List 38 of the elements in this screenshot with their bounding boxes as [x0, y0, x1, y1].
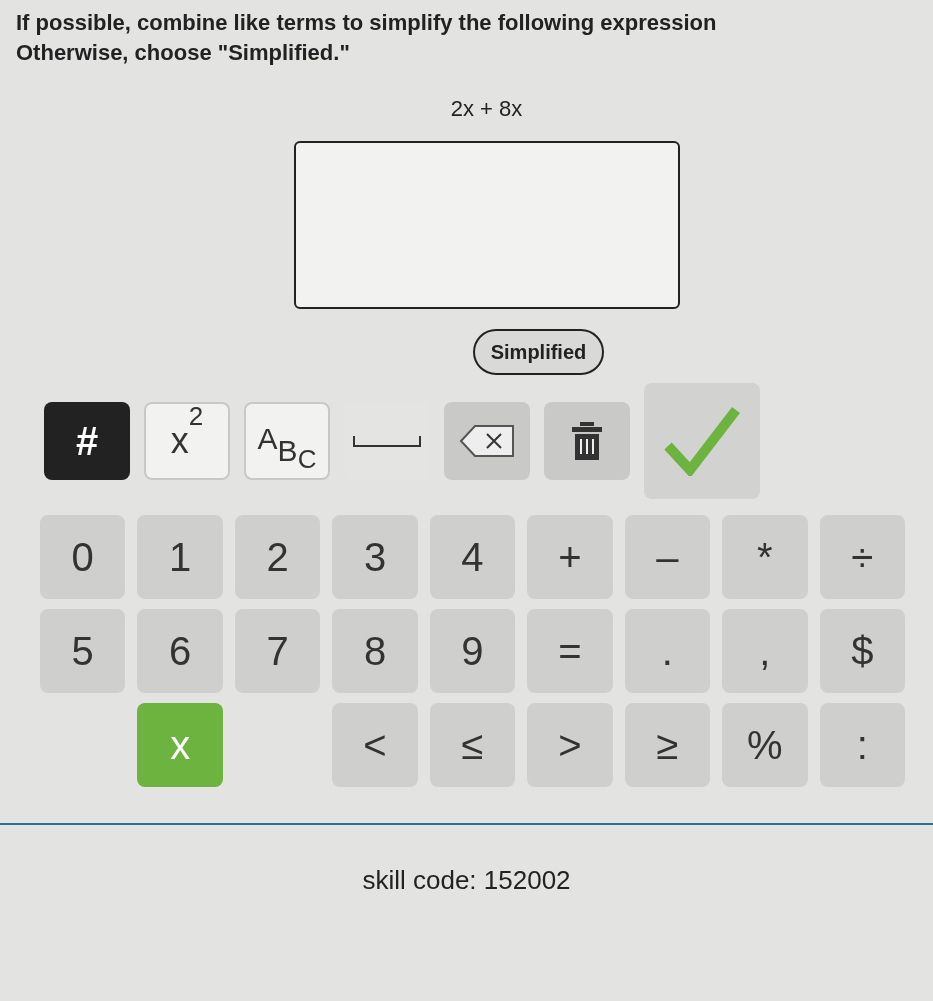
keypad-key[interactable]: ÷: [819, 515, 905, 599]
exponent-key[interactable]: x $^{2}$: [144, 402, 230, 480]
keypad-key[interactable]: +: [527, 515, 613, 599]
simplified-button[interactable]: Simplified: [472, 329, 605, 375]
skill-code-text: skill code: 152002: [362, 864, 571, 897]
keypad-key[interactable]: 6: [137, 609, 223, 693]
keypad-key[interactable]: 9: [429, 609, 516, 693]
keypad-key[interactable]: *: [722, 515, 808, 599]
space-icon: [352, 434, 422, 448]
keypad-key[interactable]: ≥: [624, 703, 711, 787]
keypad-key[interactable]: –: [624, 515, 711, 599]
keypad-key[interactable]: :: [819, 703, 905, 787]
keypad-key[interactable]: >: [527, 703, 613, 787]
trash-icon: [570, 421, 604, 461]
trash-key[interactable]: [544, 402, 630, 480]
keypad-key[interactable]: ≤: [429, 703, 516, 787]
keypad-key[interactable]: 4: [429, 515, 516, 599]
keypad-key[interactable]: 2: [234, 515, 321, 599]
keypad-key[interactable]: 0: [40, 515, 126, 599]
keypad-key[interactable]: ,: [722, 609, 808, 693]
format-key[interactable]: #: [44, 402, 130, 480]
keypad-key[interactable]: %: [722, 703, 808, 787]
backspace-icon: [459, 424, 515, 458]
expression-text: 2x + 8x: [450, 95, 523, 123]
keypad-key[interactable]: <: [332, 703, 418, 787]
answer-field[interactable]: [293, 141, 680, 309]
keypad-key[interactable]: .: [624, 609, 711, 693]
keypad-key[interactable]: =: [527, 609, 613, 693]
instruction-text: Otherwise, choose "Simplified.": [16, 39, 351, 67]
backspace-key[interactable]: [444, 402, 530, 480]
keypad-key[interactable]: $: [819, 609, 905, 693]
keypad-key[interactable]: 5: [40, 609, 126, 693]
keypad-key[interactable]: 8: [332, 609, 418, 693]
keypad-key[interactable]: 7: [234, 609, 321, 693]
keypad-key[interactable]: 3: [332, 515, 418, 599]
instruction-text: If possible, combine like terms to simplify the following expression: [16, 9, 718, 37]
keypad-key[interactable]: 1: [137, 515, 223, 599]
checkmark-icon: [664, 406, 740, 476]
